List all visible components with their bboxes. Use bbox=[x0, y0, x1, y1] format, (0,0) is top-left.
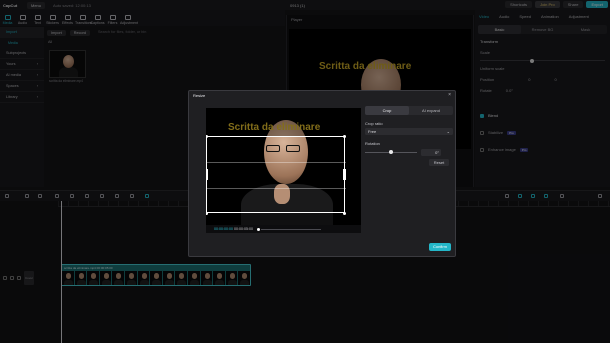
crop-time-bar: 00:00:00:00 00:00:05:00 bbox=[206, 225, 361, 233]
crop-settings: Crop AI expand Crop ratio Free ⌄ Rotatio… bbox=[365, 106, 453, 166]
rotation-row: 0° bbox=[365, 149, 453, 156]
total-time: 00:00:05:00 bbox=[234, 227, 253, 231]
crop-handle-right[interactable] bbox=[343, 169, 346, 180]
crop-box[interactable] bbox=[206, 136, 346, 213]
scrub-track[interactable] bbox=[261, 228, 321, 230]
dialog-title: Resize bbox=[193, 93, 206, 98]
scrub-handle[interactable] bbox=[257, 227, 260, 231]
crop-dim-top bbox=[206, 108, 361, 136]
crop-handle-top-right[interactable] bbox=[343, 135, 346, 138]
close-icon[interactable]: × bbox=[448, 92, 451, 98]
crop-ratio-label: Crop ratio bbox=[365, 121, 383, 126]
rotation-slider[interactable] bbox=[365, 150, 417, 155]
crop-ratio-select[interactable]: Free ⌄ bbox=[365, 128, 453, 135]
capcut-window: CapCut Menu Auto saved: 12:00:13 0913 (1… bbox=[0, 0, 610, 343]
tab-ai-expand[interactable]: AI expand bbox=[409, 106, 453, 115]
slider-thumb[interactable] bbox=[389, 150, 393, 155]
rotation-label: Rotation bbox=[365, 141, 380, 146]
current-time: 00:00:00:00 bbox=[214, 227, 233, 231]
rotation-input[interactable]: 0° bbox=[421, 149, 441, 156]
tab-crop[interactable]: Crop bbox=[365, 106, 409, 115]
resize-dialog: Resize × Scritta da eliminare 00:00:00:0… bbox=[188, 90, 456, 257]
confirm-button[interactable]: Confirm bbox=[429, 243, 451, 251]
crop-canvas[interactable]: Scritta da eliminare bbox=[206, 108, 361, 233]
crop-handle-left[interactable] bbox=[206, 169, 208, 180]
mode-segmented-control: Crop AI expand bbox=[365, 106, 453, 115]
reset-button[interactable]: Reset bbox=[429, 159, 449, 166]
crop-handle-bottom-right[interactable] bbox=[343, 212, 346, 215]
crop-ratio-value: Free bbox=[368, 129, 377, 134]
chevron-down-icon: ⌄ bbox=[446, 129, 450, 134]
